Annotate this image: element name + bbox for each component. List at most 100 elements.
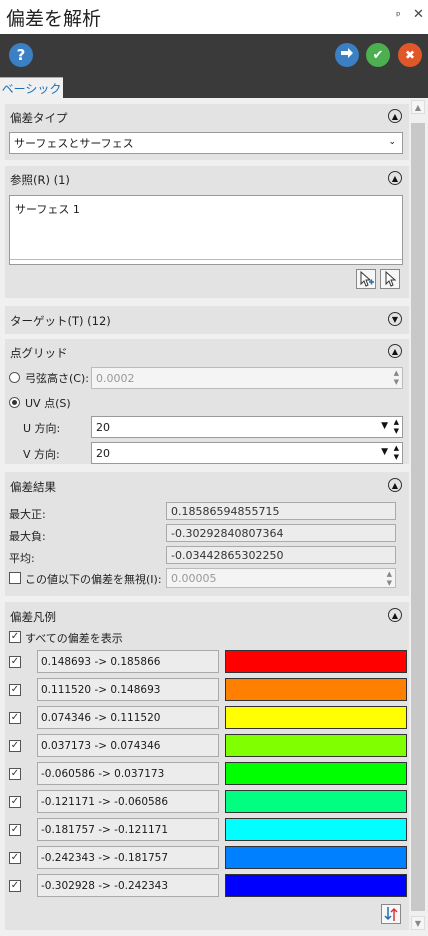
v-direction-input[interactable]: 20 ▼ ▲ ▼ (91, 442, 403, 464)
legend-range: 0.148693 -> 0.185866 (37, 650, 219, 673)
legend-color-swatch[interactable] (225, 846, 407, 869)
chord-height-radio[interactable] (9, 372, 20, 383)
max-positive-label: 最大正: (9, 508, 46, 521)
chord-height-label: 弓弦高さ(C): (25, 372, 89, 385)
show-all-checkbox[interactable]: ✓ (9, 631, 21, 643)
legend-color-swatch[interactable] (225, 762, 407, 785)
legend-row-checkbox[interactable]: ✓ (9, 824, 21, 836)
legend-row-checkbox[interactable]: ✓ (9, 796, 21, 808)
max-negative-value: -0.30292840807364 (166, 524, 396, 542)
chord-height-input[interactable]: 0.0002 ▲ ▼ (91, 367, 403, 389)
deviation-type-select[interactable]: サーフェスとサーフェス ⌄ (9, 132, 403, 154)
legend-row-checkbox[interactable]: ✓ (9, 740, 21, 752)
legend-row-checkbox[interactable]: ✓ (9, 712, 21, 724)
cancel-button[interactable]: ✖ (398, 43, 422, 67)
dropdown-arrow-icon[interactable]: ▼ (381, 421, 388, 431)
apply-icon (341, 48, 353, 58)
legend-color-swatch[interactable] (225, 706, 407, 729)
scroll-down-icon[interactable]: ▼ (411, 916, 425, 930)
chord-height-value: 0.0002 (96, 371, 135, 385)
spinner-icon: ▲ ▼ (386, 570, 392, 587)
collapse-icon[interactable]: ▲ (388, 171, 402, 185)
cursor-icon (385, 270, 397, 287)
legend-color-swatch[interactable] (225, 874, 407, 897)
reference-list[interactable]: サーフェス 1 (9, 195, 403, 265)
window-title: 偏差を解析 (6, 8, 102, 30)
list-divider (10, 259, 402, 260)
uv-points-label: UV 点(S) (25, 397, 71, 410)
ignore-below-input[interactable]: 0.00005 ▲ ▼ (166, 568, 396, 588)
collapse-icon[interactable]: ▲ (388, 109, 402, 123)
legend-row: ✓ -0.121171 -> -0.060586 (5, 790, 409, 814)
average-value: -0.03442865302250 (166, 546, 396, 564)
section-results: 偏差結果 ▲ 最大正: 0.18586594855715 最大負: -0.302… (5, 472, 409, 596)
collapse-icon[interactable]: ▲ (388, 344, 402, 358)
ok-button[interactable]: ✔ (366, 43, 390, 67)
collapse-icon[interactable]: ▲ (388, 478, 402, 492)
ok-icon: ✔ (372, 47, 384, 63)
ignore-below-label: この値以下の偏差を無視(I): (25, 573, 162, 586)
section-point-grid: 点グリッド ▲ 弓弦高さ(C): 0.0002 ▲ ▼ UV 点(S) U 方向:… (5, 339, 409, 464)
deviation-type-value: サーフェスとサーフェス (14, 137, 134, 150)
legend-row: ✓ -0.060586 -> 0.037173 (5, 762, 409, 786)
help-icon: ? (16, 46, 26, 64)
legend-row-checkbox[interactable]: ✓ (9, 656, 21, 668)
dropdown-arrow-icon[interactable]: ▼ (381, 447, 388, 457)
legend-color-swatch[interactable] (225, 790, 407, 813)
scrollbar-thumb[interactable] (411, 123, 425, 911)
section-title: 偏差凡例 (10, 610, 56, 624)
legend-row: ✓ -0.242343 -> -0.181757 (5, 846, 409, 870)
legend-range: -0.181757 -> -0.121171 (37, 818, 219, 841)
legend-color-swatch[interactable] (225, 650, 407, 673)
legend-row: ✓ 0.148693 -> 0.185866 (5, 650, 409, 674)
legend-range: 0.111520 -> 0.148693 (37, 678, 219, 701)
close-icon[interactable]: ✕ (413, 7, 424, 22)
legend-row: ✓ 0.111520 -> 0.148693 (5, 678, 409, 702)
legend-row: ✓ 0.037173 -> 0.074346 (5, 734, 409, 758)
section-legend: 偏差凡例 ▲ ✓ すべての偏差を表示 ✓ 0.148693 -> 0.18586… (5, 602, 409, 930)
toolbar: ? ✔ ✖ (0, 34, 428, 76)
tab-basic[interactable]: ベーシック (0, 77, 63, 99)
uv-points-radio[interactable] (9, 397, 20, 408)
expand-icon[interactable]: ▼ (388, 312, 402, 326)
scroll-up-icon[interactable]: ▲ (411, 100, 425, 114)
spinner-icon: ▲ ▼ (393, 369, 399, 386)
panel-content: 偏差タイプ ▲ サーフェスとサーフェス ⌄ 参照(R) (1) ▲ サーフェス … (0, 98, 428, 936)
vertical-scrollbar[interactable]: ▲ ▼ (410, 98, 427, 934)
section-deviation-type: 偏差タイプ ▲ サーフェスとサーフェス ⌄ (5, 104, 409, 160)
apply-button[interactable] (335, 43, 359, 67)
cursor-add-icon (360, 270, 374, 287)
legend-color-swatch[interactable] (225, 734, 407, 757)
v-direction-value: 20 (96, 446, 110, 460)
max-positive-value: 0.18586594855715 (166, 502, 396, 520)
max-negative-label: 最大負: (9, 530, 46, 543)
section-title: 参照(R) (1) (10, 173, 70, 187)
section-title: 偏差結果 (10, 480, 56, 494)
legend-range: -0.242343 -> -0.181757 (37, 846, 219, 869)
legend-row-checkbox[interactable]: ✓ (9, 768, 21, 780)
legend-row-checkbox[interactable]: ✓ (9, 684, 21, 696)
legend-row: ✓ -0.181757 -> -0.121171 (5, 818, 409, 842)
legend-color-swatch[interactable] (225, 678, 407, 701)
legend-range: -0.302928 -> -0.242343 (37, 874, 219, 897)
ignore-below-checkbox[interactable] (9, 572, 21, 584)
legend-row-checkbox[interactable]: ✓ (9, 852, 21, 864)
pin-icon[interactable]: ᵖ (396, 9, 401, 22)
tab-bar: ベーシック (0, 76, 428, 99)
average-label: 平均: (9, 552, 35, 565)
legend-color-swatch[interactable] (225, 818, 407, 841)
u-direction-input[interactable]: 20 ▼ ▲ ▼ (91, 416, 403, 438)
ignore-below-value: 0.00005 (171, 571, 217, 585)
section-title: ターゲット(T) (12) (10, 314, 111, 328)
add-selection-button[interactable] (356, 269, 376, 289)
collapse-icon[interactable]: ▲ (388, 608, 402, 622)
spinner-icon[interactable]: ▲ ▼ (394, 444, 399, 462)
list-item[interactable]: サーフェス 1 (15, 201, 80, 217)
legend-row-checkbox[interactable]: ✓ (9, 880, 21, 892)
chevron-down-icon: ⌄ (388, 137, 396, 147)
legend-options-button[interactable] (381, 904, 401, 924)
help-button[interactable]: ? (9, 43, 33, 67)
spinner-icon[interactable]: ▲ ▼ (394, 418, 399, 436)
legend-row: ✓ -0.302928 -> -0.242343 (5, 874, 409, 898)
select-button[interactable] (380, 269, 400, 289)
